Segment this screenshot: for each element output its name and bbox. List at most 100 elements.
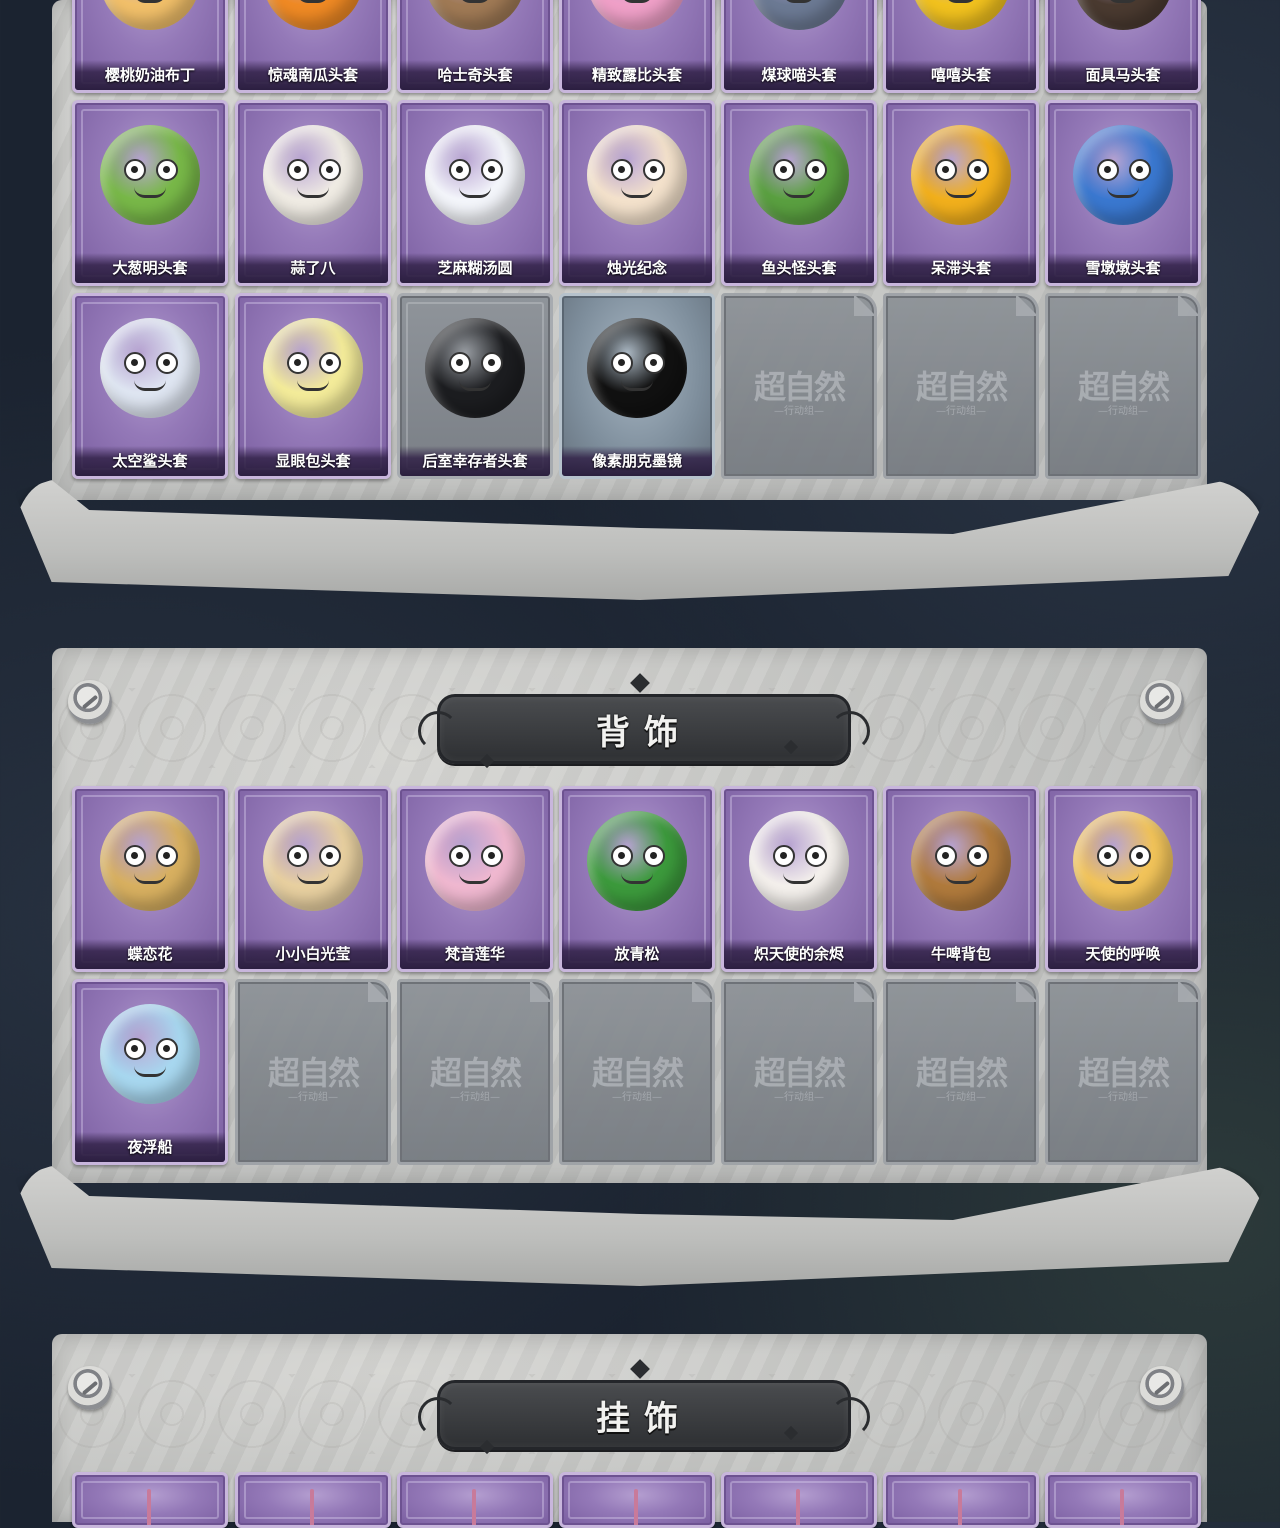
accessory-card[interactable]: 炽天使的余烬: [721, 786, 877, 972]
locked-slot[interactable]: 超自然 —行动组—: [721, 293, 877, 479]
accessory-card[interactable]: 天使的呼唤: [1045, 786, 1201, 972]
garlic-head-icon: [263, 125, 363, 225]
eye-icon: [124, 1038, 146, 1060]
accessory-card[interactable]: [883, 1472, 1039, 1528]
accessory-card[interactable]: [72, 1472, 228, 1528]
eye-icon: [967, 159, 989, 181]
eye-icon: [124, 845, 146, 867]
locked-slot[interactable]: 超自然 —行动组—: [1045, 293, 1201, 479]
accessory-card[interactable]: 夜浮船: [72, 979, 228, 1165]
accessory-card[interactable]: 烛光纪念: [559, 100, 715, 286]
accessory-card[interactable]: 惊魂南瓜头套: [235, 0, 391, 93]
section-title: 背饰: [596, 712, 692, 753]
eye-icon: [156, 1038, 178, 1060]
mouth-icon: [134, 0, 166, 3]
locked-slot[interactable]: 超自然 —行动组—: [235, 979, 391, 1165]
mouth-icon: [459, 0, 491, 3]
mouth-icon: [297, 873, 329, 884]
accessory-label: 哈士奇头套: [400, 60, 550, 90]
eye-icon: [805, 845, 827, 867]
scroll-bottom-back: [14, 1166, 1266, 1286]
accessory-label: 小小白光莹: [238, 939, 388, 969]
watermark-subtitle: —行动组—: [1098, 1092, 1148, 1103]
eye-icon: [1097, 845, 1119, 867]
accessory-card[interactable]: 精致露比头套: [559, 0, 715, 93]
locked-slot[interactable]: 超自然 —行动组—: [883, 979, 1039, 1165]
locked-slot[interactable]: 超自然 —行动组—: [559, 979, 715, 1165]
locked-slot[interactable]: 超自然 —行动组—: [1045, 979, 1201, 1165]
locked-slot[interactable]: 超自然 —行动组—: [397, 979, 553, 1165]
accessory-card[interactable]: 后室幸存者头套: [397, 293, 553, 479]
husky-head-icon: [425, 0, 525, 30]
jellyfish-icon: [100, 1004, 200, 1104]
accessory-card[interactable]: 呆滞头套: [883, 100, 1039, 286]
accessory-card[interactable]: 芝麻糊汤圆: [397, 100, 553, 286]
pumpkin-head-icon: [263, 0, 363, 30]
watermark-subtitle: —行动组—: [1098, 406, 1148, 417]
mouth-icon: [134, 873, 166, 884]
eye-icon: [805, 159, 827, 181]
accessory-card[interactable]: 小小白光莹: [235, 786, 391, 972]
section-title-banner: 挂饰: [418, 1380, 870, 1450]
accessory-label: 惊魂南瓜头套: [238, 60, 388, 90]
accessory-card[interactable]: 太空鲨头套: [72, 293, 228, 479]
accessory-card[interactable]: 蒜了八: [235, 100, 391, 286]
eye-icon: [287, 352, 309, 374]
bolt-icon: [68, 1366, 112, 1410]
accessory-label: 蝶恋花: [75, 939, 225, 969]
mouth-icon: [783, 873, 815, 884]
accessory-card[interactable]: 面具马头套: [1045, 0, 1201, 93]
accessory-card[interactable]: 樱桃奶油布丁: [72, 0, 228, 93]
accessory-card[interactable]: 煤球喵头套: [721, 0, 877, 93]
mouth-icon: [783, 0, 815, 3]
mouth-icon: [297, 0, 329, 3]
accessory-card[interactable]: 雪墩墩头套: [1045, 100, 1201, 286]
charm-icon: [310, 1489, 314, 1525]
eye-icon: [156, 352, 178, 374]
accessory-card[interactable]: 哈士奇头套: [397, 0, 553, 93]
eye-icon: [319, 352, 341, 374]
accessory-card[interactable]: 放青松: [559, 786, 715, 972]
section-title: 挂饰: [596, 1398, 692, 1439]
snowman-head-icon: [1073, 125, 1173, 225]
horse-mask-head-icon: [1073, 0, 1173, 30]
candle-head-icon: [587, 125, 687, 225]
chibi-angel-icon: [749, 811, 849, 911]
mouth-icon: [621, 380, 653, 391]
accessory-card[interactable]: 嘻嘻头套: [883, 0, 1039, 93]
mouth-icon: [297, 380, 329, 391]
accessory-card[interactable]: 牛啤背包: [883, 786, 1039, 972]
eye-icon: [124, 352, 146, 374]
eye-icon: [773, 845, 795, 867]
mouth-icon: [945, 187, 977, 198]
mouth-icon: [1107, 873, 1139, 884]
accessory-label: 蒜了八: [238, 253, 388, 283]
eye-icon: [449, 352, 471, 374]
accessory-label: 天使的呼唤: [1048, 939, 1198, 969]
accessory-card[interactable]: [235, 1472, 391, 1528]
accessory-card[interactable]: [1045, 1472, 1201, 1528]
bolt-icon: [1140, 680, 1184, 724]
eye-icon: [481, 352, 503, 374]
bulb-head-icon: [263, 318, 363, 418]
locked-slot[interactable]: 超自然 —行动组—: [883, 293, 1039, 479]
gasmask-head-icon: [425, 318, 525, 418]
accessory-card[interactable]: [397, 1472, 553, 1528]
scallion-head-icon: [100, 125, 200, 225]
shark-head-icon: [100, 318, 200, 418]
watermark-subtitle: —行动组—: [936, 406, 986, 417]
eye-icon: [643, 845, 665, 867]
accessory-card[interactable]: 像素朋克墨镜: [559, 293, 715, 479]
eye-icon: [935, 159, 957, 181]
accessory-label: 夜浮船: [75, 1132, 225, 1162]
accessory-card[interactable]: 鱼头怪头套: [721, 100, 877, 286]
accessory-card[interactable]: 大葱明头套: [72, 100, 228, 286]
accessory-card[interactable]: 蝶恋花: [72, 786, 228, 972]
accessory-card[interactable]: 显眼包头套: [235, 293, 391, 479]
locked-slot[interactable]: 超自然 —行动组—: [721, 979, 877, 1165]
accessory-card[interactable]: 梵音莲华: [397, 786, 553, 972]
watermark-subtitle: —行动组—: [774, 1092, 824, 1103]
eye-icon: [967, 845, 989, 867]
accessory-card[interactable]: [721, 1472, 877, 1528]
accessory-card[interactable]: [559, 1472, 715, 1528]
